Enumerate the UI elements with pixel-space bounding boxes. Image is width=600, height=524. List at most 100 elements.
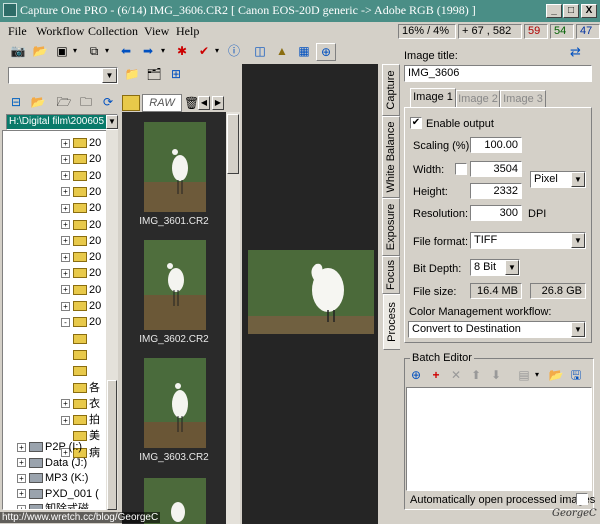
thumbnail-image[interactable]	[144, 358, 206, 448]
camera-icon[interactable]: 📷	[8, 43, 28, 61]
resolution-input[interactable]: 300	[470, 205, 522, 221]
chevron-down-icon[interactable]: ▼	[102, 68, 117, 83]
file-format-select[interactable]: TIFF ▼	[470, 232, 586, 249]
process-batch-icon[interactable]: ⇄	[570, 44, 590, 62]
expand-icon[interactable]: +	[61, 285, 70, 295]
tree-item[interactable]: 各	[61, 380, 100, 396]
dropdown-icon[interactable]: ▾	[70, 43, 80, 61]
folder-tab-icon[interactable]	[122, 95, 140, 111]
drive-item[interactable]: + P2P (I:)	[17, 439, 82, 455]
menu-help[interactable]: Help	[176, 24, 199, 39]
tab-image-1[interactable]: Image 1	[410, 88, 456, 108]
cm-workflow-select[interactable]: Convert to Destination ▼	[408, 321, 586, 338]
menu-view[interactable]: View	[144, 24, 169, 39]
width-input[interactable]: 3504	[470, 161, 522, 177]
arrow-right-icon[interactable]: ➡	[138, 43, 158, 61]
scrollbar-thumb[interactable]	[227, 114, 239, 174]
thumbnail-scrollbar[interactable]	[226, 112, 240, 524]
path-combo[interactable]: H:\Digital film\200605	[6, 114, 118, 130]
star-icon[interactable]: ✱	[172, 43, 192, 61]
open-folder-icon[interactable]: 📂	[30, 43, 50, 61]
collapse-icon[interactable]: -	[61, 317, 70, 327]
dropdown-icon[interactable]: ▾	[212, 43, 222, 61]
copy-icon[interactable]: ⧉	[84, 43, 104, 61]
dropdown-icon[interactable]: ▾	[158, 43, 168, 61]
tree-item[interactable]: + 衣	[61, 396, 100, 412]
expand-icon[interactable]: +	[61, 252, 70, 262]
scroll-left-icon[interactable]: ◀	[198, 96, 210, 110]
preview-image[interactable]	[248, 250, 374, 334]
move-up-icon[interactable]: ⬆	[466, 367, 486, 385]
window-icon[interactable]: ▣	[52, 43, 72, 61]
expand-icon[interactable]: +	[61, 187, 70, 197]
expand-icon[interactable]: +	[17, 473, 26, 483]
expand-icon[interactable]: +	[61, 171, 70, 181]
tree-item[interactable]: +20	[61, 168, 101, 184]
chevron-down-icon[interactable]: ▼	[571, 233, 585, 248]
expand-icon[interactable]: +	[17, 489, 26, 499]
tree-item[interactable]: +20	[61, 265, 101, 281]
close-button[interactable]: X	[581, 4, 597, 18]
tree-item[interactable]: +20	[61, 233, 101, 249]
collection-combo[interactable]: ▼	[8, 67, 118, 84]
tab-image-3[interactable]: Image 3	[500, 90, 546, 108]
arrow-left-icon[interactable]: ⬅	[116, 43, 136, 61]
trash-icon[interactable]: 🗑	[184, 96, 199, 110]
network-icon[interactable]: ⊞	[166, 66, 186, 84]
tree-item[interactable]: +20	[61, 282, 101, 298]
tab-process[interactable]: Process	[383, 294, 401, 350]
scroll-right-icon[interactable]: ▶	[212, 96, 224, 110]
expand-icon[interactable]: +	[61, 154, 70, 164]
chevron-down-icon[interactable]: ▼	[571, 172, 585, 187]
checkmark-icon[interactable]: ✔	[194, 43, 214, 61]
tree-item[interactable]	[61, 363, 89, 379]
expand-icon[interactable]: +	[61, 268, 70, 278]
drive-item[interactable]: + MP3 (K:)	[17, 470, 88, 486]
expand-icon[interactable]: +	[61, 399, 70, 409]
move-down-icon[interactable]: ⬇	[486, 367, 506, 385]
expand-icon[interactable]: +	[61, 415, 70, 425]
enable-output-checkbox[interactable]: ✔	[410, 117, 422, 129]
plus-icon[interactable]: +	[426, 367, 446, 385]
expand-icon[interactable]: +	[61, 203, 70, 213]
thumbnail-image[interactable]	[144, 122, 206, 212]
height-input[interactable]: 2332	[470, 183, 522, 199]
tab-image-2[interactable]: Image 2	[456, 90, 500, 108]
tree-item[interactable]	[61, 331, 89, 347]
folder-tree-icon[interactable]: 🗀	[76, 94, 96, 112]
expand-icon[interactable]: +	[61, 301, 70, 311]
auto-open-checkbox[interactable]	[576, 493, 588, 505]
tree-item[interactable]: +20	[61, 298, 101, 314]
grid-icon[interactable]: ▦	[294, 43, 314, 61]
folder-icon[interactable]: 🗁	[54, 94, 74, 112]
expand-icon[interactable]: +	[17, 442, 26, 452]
drive-item[interactable]: + PXD_001 (	[17, 486, 99, 502]
expand-icon[interactable]: +	[17, 458, 26, 468]
drive-item[interactable]: + 卸除式磁	[17, 501, 89, 509]
tab-capture[interactable]: Capture	[382, 64, 400, 116]
tab-exposure[interactable]: Exposure	[382, 198, 400, 256]
tree-item[interactable]: +20	[61, 135, 101, 151]
dropdown-icon[interactable]: ▾	[532, 367, 542, 385]
expand-icon[interactable]: +	[61, 138, 70, 148]
tab-white-balance[interactable]: White Balance	[382, 116, 400, 198]
tree-item[interactable]	[61, 347, 89, 363]
menu-collection[interactable]: Collection	[88, 24, 138, 39]
scaling-input[interactable]: 100.00	[470, 137, 522, 153]
delete-icon[interactable]: ✕	[446, 367, 466, 385]
lock-aspect-checkbox[interactable]	[455, 163, 467, 175]
tree-item[interactable]: +20	[61, 217, 101, 233]
expand-icon[interactable]: +	[61, 236, 70, 246]
dropdown-icon[interactable]: ▾	[102, 43, 112, 61]
tree-item[interactable]: +20	[61, 200, 101, 216]
thumbnail-image[interactable]	[144, 240, 206, 330]
tree-item[interactable]: - 20	[61, 314, 101, 330]
folder-icon[interactable]: 📁	[122, 66, 142, 84]
unit-select[interactable]: Pixel ▼	[530, 171, 586, 188]
chevron-down-icon[interactable]: ▼	[106, 115, 118, 129]
minimize-button[interactable]: _	[546, 4, 562, 18]
options-icon[interactable]: ▤	[514, 367, 534, 385]
add-batch-icon[interactable]: ⊕	[406, 367, 426, 385]
tree-scrollbar[interactable]	[106, 130, 118, 510]
split-view-icon[interactable]: ◫	[250, 43, 270, 61]
